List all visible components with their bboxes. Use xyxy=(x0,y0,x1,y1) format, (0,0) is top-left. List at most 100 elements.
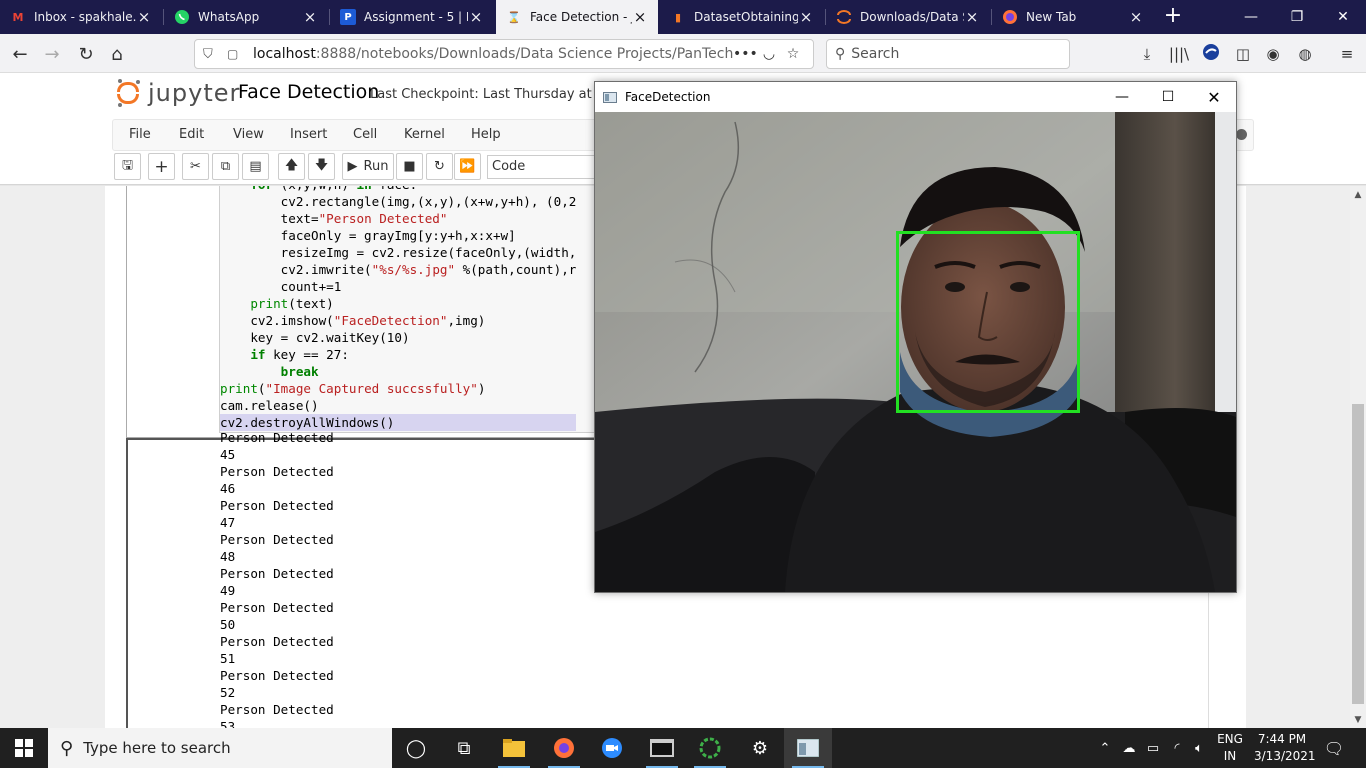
menu-kernel[interactable]: Kernel xyxy=(404,127,445,142)
task-view-button[interactable]: ⧉ xyxy=(440,728,488,768)
new-tab-button[interactable]: + xyxy=(1160,4,1186,30)
menu-insert[interactable]: Insert xyxy=(290,127,327,142)
close-icon[interactable]: × xyxy=(302,8,318,26)
firefox-icon xyxy=(554,738,574,758)
restart-button[interactable]: ↻ xyxy=(426,153,453,180)
scroll-down-icon[interactable]: ▼ xyxy=(1350,712,1366,728)
code-line: text="Person Detected" xyxy=(220,211,448,226)
search-icon: ⚲ xyxy=(60,737,74,759)
bookmark-star-icon[interactable]: ☆ xyxy=(781,46,805,62)
face-detection-window[interactable]: FaceDetection — ☐ ✕ xyxy=(594,81,1237,593)
opencv-window-button[interactable] xyxy=(784,728,832,768)
zoom-button[interactable] xyxy=(588,728,636,768)
output-line: 51 xyxy=(220,651,236,666)
tab-title: WhatsApp xyxy=(198,10,260,24)
url-bar[interactable]: ⛉ ▢ localhost:8888/notebooks/Downloads/D… xyxy=(194,39,814,69)
tab-new-tab[interactable]: New Tab × xyxy=(992,0,1154,34)
code-line: cv2.rectangle(img,(x,y),(x+w,y+h), (0,2 xyxy=(220,194,577,209)
jupyter-logo[interactable]: jupyter xyxy=(116,79,240,107)
restore-icon[interactable]: ❐ xyxy=(1274,0,1320,34)
insert-cell-button[interactable]: + xyxy=(148,153,175,180)
page-icon[interactable]: ▢ xyxy=(227,47,245,61)
settings-button[interactable]: ⚙ xyxy=(736,728,784,768)
tab-whatsapp[interactable]: WhatsApp × xyxy=(164,0,328,34)
home-button[interactable]: ⌂ xyxy=(103,40,131,68)
restart-run-all-button[interactable]: ⏩ xyxy=(454,153,481,180)
move-up-button[interactable]: 🡅 xyxy=(278,153,305,180)
menu-cell[interactable]: Cell xyxy=(353,127,377,142)
close-window-icon[interactable]: ✕ xyxy=(1320,0,1366,34)
close-icon[interactable]: × xyxy=(468,8,484,26)
menu-help[interactable]: Help xyxy=(471,127,501,142)
back-arrow-icon: ← xyxy=(12,43,28,65)
onedrive-icon[interactable]: ☁ xyxy=(1118,728,1140,768)
forward-button[interactable]: → xyxy=(38,40,66,68)
chevron-up-icon[interactable]: ⌃ xyxy=(1096,728,1114,768)
code-lines: for (x,y,w,h) in face: cv2.rectangle(img… xyxy=(220,186,577,431)
close-icon[interactable]: × xyxy=(964,8,980,26)
close-icon[interactable]: × xyxy=(632,8,648,26)
taskbar-search[interactable]: ⚲ Type here to search xyxy=(48,728,392,768)
firefox-taskbar-button[interactable] xyxy=(540,728,588,768)
account-icon[interactable]: ◉ xyxy=(1262,43,1284,65)
tab-dataset-obtaining[interactable]: ▮ DatasetObtaining - × xyxy=(660,0,824,34)
wifi-icon[interactable]: ◜ xyxy=(1166,728,1188,768)
tab-title: DatasetObtaining - xyxy=(694,10,798,24)
menu-icon[interactable]: ≡ xyxy=(1336,43,1358,65)
page-actions-icon[interactable]: ••• xyxy=(733,46,758,62)
language-code: ENG xyxy=(1217,732,1243,746)
copy-button[interactable]: ⧉ xyxy=(212,153,239,180)
maximize-icon[interactable]: ☐ xyxy=(1145,82,1191,112)
minimize-icon[interactable]: — xyxy=(1228,0,1274,34)
pocket-icon[interactable]: ◡ xyxy=(757,46,781,62)
sidebar-icon[interactable]: ◫ xyxy=(1232,43,1254,65)
close-icon[interactable]: × xyxy=(798,8,814,26)
volume-icon[interactable]: 🔈︎ xyxy=(1188,728,1210,768)
search-bar[interactable]: ⚲ Search xyxy=(826,39,1070,69)
notebook-title[interactable]: Face Detection xyxy=(238,81,379,103)
menu-file[interactable]: File xyxy=(129,127,151,142)
start-button[interactable] xyxy=(0,728,48,768)
reload-button[interactable]: ↻ xyxy=(72,40,100,68)
paste-button[interactable]: ▤ xyxy=(242,153,269,180)
cortana-button[interactable]: ◯ xyxy=(392,728,440,768)
fast-forward-icon: ⏩ xyxy=(459,159,476,174)
cell-type-select[interactable]: Code xyxy=(487,155,597,179)
save-button[interactable]: 🖫 xyxy=(114,153,141,180)
interrupt-button[interactable]: ■ xyxy=(396,153,423,180)
terminal-button[interactable] xyxy=(638,728,686,768)
file-explorer-button[interactable] xyxy=(490,728,538,768)
tab-inbox[interactable]: M Inbox - spakhale.sp × xyxy=(0,0,162,34)
menu-edit[interactable]: Edit xyxy=(179,127,204,142)
extension-icon[interactable] xyxy=(1200,43,1222,65)
scroll-up-icon[interactable]: ▲ xyxy=(1350,187,1366,203)
url-text[interactable]: localhost:8888/notebooks/Downloads/Data … xyxy=(253,46,733,62)
close-icon[interactable]: × xyxy=(1128,8,1144,26)
output-line: 45 xyxy=(220,447,236,462)
notification-icon[interactable]: 🗨︎ xyxy=(1318,728,1350,768)
close-icon[interactable]: ✕ xyxy=(1191,82,1237,112)
shield-icon[interactable]: ⛉ xyxy=(203,47,221,62)
run-button[interactable]: ▶ Run xyxy=(342,153,394,180)
battery-icon[interactable]: ▭ xyxy=(1142,728,1164,768)
library-icon[interactable]: |||\ xyxy=(1168,43,1190,65)
output-line: Person Detected xyxy=(220,430,334,445)
close-icon[interactable]: × xyxy=(136,8,152,26)
tab-downloads[interactable]: Downloads/Data Sc × xyxy=(826,0,990,34)
download-icon[interactable]: ⤓ xyxy=(1136,43,1158,65)
menu-view[interactable]: View xyxy=(233,127,264,142)
tab-face-detection[interactable]: ⌛ Face Detection - Jup × xyxy=(496,0,658,34)
cut-button[interactable]: ✂ xyxy=(182,153,209,180)
scrollbar-thumb[interactable] xyxy=(1352,404,1364,704)
tab-assignment[interactable]: P Assignment - 5 | Pa × xyxy=(330,0,494,34)
anaconda-button[interactable] xyxy=(686,728,734,768)
language-indicator[interactable]: ENG IN xyxy=(1212,731,1248,765)
folder-icon xyxy=(503,739,525,757)
window-titlebar[interactable]: FaceDetection — ☐ ✕ xyxy=(595,82,1236,112)
minimize-icon[interactable]: — xyxy=(1099,82,1145,112)
back-button[interactable]: ← xyxy=(6,40,34,68)
vpn-icon[interactable]: ◍ xyxy=(1294,43,1316,65)
clock[interactable]: 7:44 PM 3/13/2021 xyxy=(1254,731,1316,765)
move-down-button[interactable]: 🡇 xyxy=(308,153,335,180)
code-cell-editor[interactable]: for (x,y,w,h) in face: cv2.rectangle(img… xyxy=(219,186,597,433)
